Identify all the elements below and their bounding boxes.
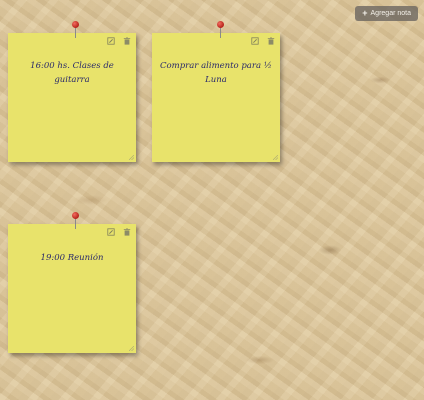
resize-handle-icon[interactable]	[129, 346, 134, 351]
sticky-note[interactable]: 19:00 Reunión	[8, 212, 136, 353]
sticky-note[interactable]: Comprar alimento para ½ Luna	[152, 21, 280, 162]
add-note-label: Agregar nota	[370, 10, 411, 17]
edit-icon[interactable]	[107, 228, 115, 236]
edit-icon[interactable]	[107, 37, 115, 45]
note-text[interactable]: Comprar alimento para ½ Luna	[158, 59, 274, 87]
resize-handle-icon[interactable]	[273, 155, 278, 160]
resize-handle-icon[interactable]	[129, 155, 134, 160]
trash-icon[interactable]	[123, 228, 131, 236]
trash-icon[interactable]	[123, 37, 131, 45]
pushpin-icon	[70, 21, 82, 39]
pushpin-icon	[215, 21, 227, 39]
note-text[interactable]: 19:00 Reunión	[14, 251, 130, 265]
add-note-button[interactable]: + Agregar nota	[355, 6, 418, 21]
sticky-note[interactable]: 16:00 hs. Clases de guitarra	[8, 21, 136, 162]
trash-icon[interactable]	[267, 37, 275, 45]
edit-icon[interactable]	[251, 37, 259, 45]
pushpin-icon	[70, 212, 82, 230]
corkboard: { "toolbar": { "add_note_label": "Agrega…	[0, 0, 424, 400]
plus-icon: +	[362, 8, 368, 18]
note-text[interactable]: 16:00 hs. Clases de guitarra	[14, 59, 130, 87]
